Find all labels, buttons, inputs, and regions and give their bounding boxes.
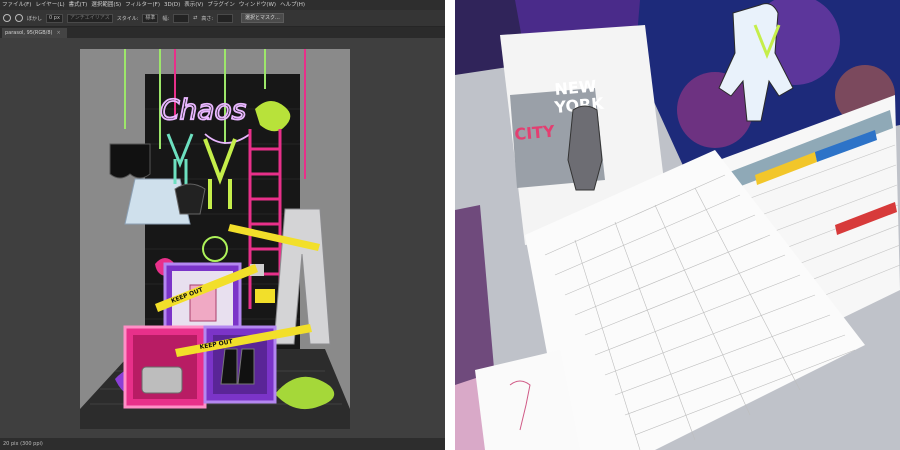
marquee-tool-icon[interactable]	[3, 14, 11, 22]
select-and-mask-button[interactable]: 選択とマスク...	[241, 13, 284, 23]
menu-window[interactable]: ウィンドウ(W)	[239, 0, 276, 10]
selection-mode-icon[interactable]	[15, 14, 23, 22]
menu-layer[interactable]: レイヤー(L)	[35, 0, 64, 10]
poster-text-city: CITY	[514, 122, 556, 144]
artwork-illustration: Chaos KEEP OUT KEEP OUT	[80, 49, 350, 429]
menu-bar: ファイル(F) レイヤー(L) 書式(T) 選択範囲(S) フィルター(F) 3…	[0, 0, 445, 10]
feather-label: ぼかし	[27, 15, 43, 22]
canvas-area[interactable]: Chaos KEEP OUT KEEP OUT	[0, 38, 445, 438]
artboard[interactable]: Chaos KEEP OUT KEEP OUT	[80, 49, 350, 429]
menu-help[interactable]: ヘルプ(H)	[280, 0, 305, 10]
style-label: スタイル:	[116, 15, 139, 22]
documents-photo: NEW YORK CITY	[455, 0, 900, 450]
antialias-checkbox[interactable]: アンチエイリアス	[66, 13, 113, 23]
document-tab-label: parasol, 95(RGB/8)	[5, 30, 53, 36]
tool-options-bar: ぼかし 0 px アンチエイリアス スタイル: 標準 幅: ⇄ 高さ: 選択とマ…	[0, 10, 445, 27]
document-tab[interactable]: parasol, 95(RGB/8) ×	[2, 28, 67, 38]
width-input[interactable]	[173, 13, 190, 23]
black-boots	[220, 348, 255, 385]
photo-of-printed-documents: NEW YORK CITY	[455, 0, 900, 450]
height-label: 高さ:	[201, 15, 214, 22]
height-input[interactable]	[217, 13, 234, 23]
image-editor-screenshot: ファイル(F) レイヤー(L) 書式(T) 選択範囲(S) フィルター(F) 3…	[0, 0, 445, 450]
menu-filter[interactable]: フィルター(F)	[125, 0, 160, 10]
silver-bag-cube	[141, 366, 183, 394]
menu-file[interactable]: ファイル(F)	[2, 0, 31, 10]
close-icon[interactable]: ×	[57, 30, 61, 36]
status-bar: 20 pix (300 ppi)	[0, 438, 445, 450]
style-select[interactable]: 標準	[142, 13, 159, 23]
width-label: 幅:	[162, 15, 170, 22]
menu-view[interactable]: 表示(V)	[184, 0, 203, 10]
document-tab-bar: parasol, 95(RGB/8) ×	[0, 27, 445, 38]
neon-sign-text: Chaos	[160, 93, 246, 126]
menu-select[interactable]: 選択範囲(S)	[91, 0, 121, 10]
black-top	[174, 183, 206, 215]
black-shorts	[109, 143, 151, 179]
plaid-coat-figure	[567, 105, 603, 191]
feather-input[interactable]: 0 px	[46, 13, 63, 23]
menu-plugins[interactable]: プラグイン	[207, 0, 235, 10]
tape-roll	[255, 289, 275, 303]
swap-icon[interactable]: ⇄	[193, 15, 197, 21]
menu-3d[interactable]: 3D(D)	[164, 0, 180, 10]
menu-type[interactable]: 書式(T)	[69, 0, 88, 10]
